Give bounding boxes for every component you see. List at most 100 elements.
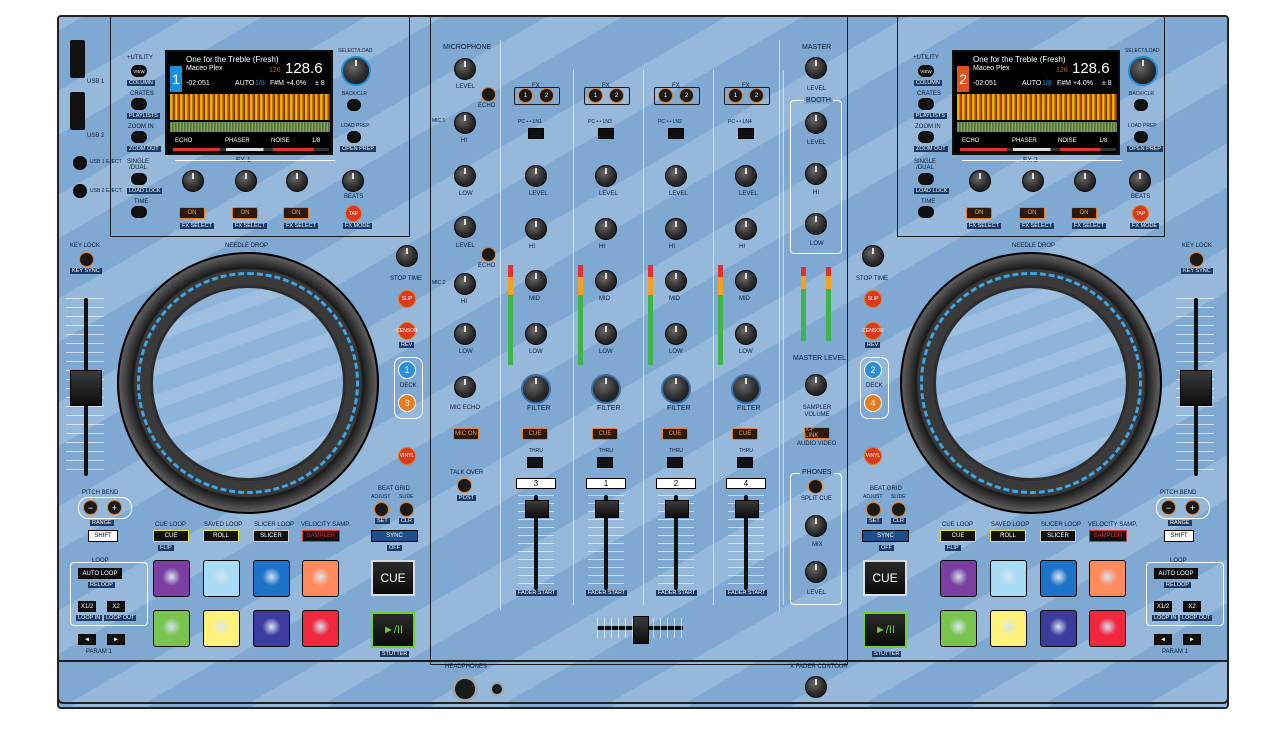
pad-mode-sampler-left[interactable]: SAMPLER: [302, 530, 340, 542]
pitch-fader-handle-left[interactable]: [70, 370, 102, 406]
ch4-fx2-button[interactable]: 2: [749, 88, 764, 103]
sync-button-left[interactable]: SYNC: [371, 530, 418, 542]
mic2-echo-button[interactable]: [481, 247, 496, 262]
pad-1-right[interactable]: [940, 560, 977, 597]
ch4-filter-knob[interactable]: [731, 374, 761, 404]
ch1-fader-handle[interactable]: [525, 500, 549, 518]
xf-link-button[interactable]: X-F LINK: [804, 427, 830, 439]
ch3-hi-knob[interactable]: [665, 218, 687, 240]
split-cue-button[interactable]: [808, 479, 823, 494]
key-lock-button[interactable]: [79, 252, 94, 267]
pad-mode-roll-left[interactable]: ROLL: [203, 530, 239, 542]
slip-button[interactable]: SLIP: [398, 290, 416, 308]
ch1-fx2-button[interactable]: 2: [539, 88, 554, 103]
beats-knob[interactable]: [342, 170, 364, 192]
pad-mode-cue-right[interactable]: CUE: [940, 530, 976, 542]
ch4-cue-button[interactable]: CUE: [732, 428, 758, 440]
usb2-eject-button[interactable]: [73, 184, 87, 198]
booth-low-knob[interactable]: [805, 213, 827, 235]
single-dual-button-right[interactable]: [918, 173, 934, 185]
deck1-select-button[interactable]: 1: [398, 361, 416, 379]
fx2-on-button-3[interactable]: ON: [1071, 207, 1097, 219]
pad-4-right[interactable]: [1089, 560, 1126, 597]
shift-button-left[interactable]: SHIFT: [88, 530, 118, 542]
pad-mode-cue-left[interactable]: CUE: [153, 530, 189, 542]
ch1-hi-knob[interactable]: [525, 218, 547, 240]
ch3-filter-knob[interactable]: [661, 374, 691, 404]
tap-button[interactable]: TAP: [345, 205, 362, 222]
pad-6-left[interactable]: [203, 610, 240, 647]
fx1-knob-2[interactable]: [235, 170, 257, 192]
ch1-fx1-button[interactable]: 1: [518, 88, 533, 103]
pad-2-left[interactable]: [203, 560, 240, 597]
ch4-input-switch[interactable]: [738, 128, 754, 139]
fx2-knob-1[interactable]: [969, 170, 991, 192]
fx1-on-button-3[interactable]: ON: [283, 207, 309, 219]
crossfader-handle[interactable]: [633, 616, 649, 644]
mic2-hi-knob[interactable]: [454, 273, 476, 295]
load-prep-button[interactable]: [347, 131, 361, 143]
loop-double-button-left[interactable]: X2: [107, 601, 125, 612]
mic1-echo-button[interactable]: [481, 87, 496, 102]
ch3-fx2-button[interactable]: 2: [679, 88, 694, 103]
pad-5-right[interactable]: [940, 610, 977, 647]
ch3-cue-button[interactable]: CUE: [662, 428, 688, 440]
crates-button-right[interactable]: [918, 98, 934, 110]
ch4-low-knob[interactable]: [735, 323, 757, 345]
mic-on-button[interactable]: MIC ON: [453, 428, 479, 440]
view-button-right[interactable]: VIEW: [918, 65, 934, 77]
ch2-hi-knob[interactable]: [595, 218, 617, 240]
talk-over-button[interactable]: [457, 478, 472, 493]
zoom-button-right[interactable]: [918, 131, 934, 143]
ch1-mid-knob[interactable]: [525, 270, 547, 292]
pad-1-left[interactable]: [153, 560, 190, 597]
slip-button-right[interactable]: SLIP: [864, 290, 882, 308]
select-load-knob[interactable]: [341, 56, 371, 86]
adjust-button-right[interactable]: [866, 502, 881, 517]
booth-level-knob[interactable]: [805, 112, 827, 134]
vinyl-button-right[interactable]: VINYL: [864, 447, 882, 465]
phones-level-knob[interactable]: [805, 561, 827, 583]
ch4-fader-handle[interactable]: [735, 500, 759, 518]
play-pause-button-left[interactable]: ►/II: [371, 612, 415, 648]
param-right-button-left[interactable]: ►: [107, 634, 125, 645]
fx2-knob-3[interactable]: [1074, 170, 1096, 192]
select-load-knob-right[interactable]: [1128, 56, 1158, 86]
tap-button-right[interactable]: TAP: [1132, 205, 1149, 222]
slide-button-right[interactable]: [891, 502, 906, 517]
loop-half-button-right[interactable]: X1/2: [1154, 601, 1172, 612]
usb1-port[interactable]: [70, 40, 85, 78]
vinyl-button[interactable]: VINYL: [398, 447, 416, 465]
pad-7-right[interactable]: [1040, 610, 1077, 647]
pad-mode-slicer-right[interactable]: SLICER: [1040, 530, 1076, 542]
zoom-button[interactable]: [131, 131, 147, 143]
fx2-on-button-1[interactable]: ON: [966, 207, 992, 219]
ch3-crossfader-assign[interactable]: [667, 457, 683, 468]
param-left-button-right[interactable]: ◄: [1154, 634, 1172, 645]
mic1-level-knob[interactable]: [454, 58, 476, 80]
fx1-knob-3[interactable]: [286, 170, 308, 192]
view-button[interactable]: VIEW: [131, 65, 147, 77]
cue-button-right[interactable]: CUE: [863, 560, 907, 596]
ch4-fx1-button[interactable]: 1: [728, 88, 743, 103]
ch3-level-knob[interactable]: [665, 165, 687, 187]
crates-button[interactable]: [131, 98, 147, 110]
pad-4-left[interactable]: [302, 560, 339, 597]
pitch-bend-minus-right[interactable]: −: [1161, 500, 1176, 515]
pad-7-left[interactable]: [253, 610, 290, 647]
deck4-select-button[interactable]: 4: [864, 394, 882, 412]
auto-loop-button-right[interactable]: AUTO LOOP: [1154, 568, 1198, 579]
time-button[interactable]: [131, 206, 147, 218]
master-level-knob[interactable]: [805, 57, 827, 79]
ch4-hi-knob[interactable]: [735, 218, 757, 240]
pad-mode-sampler-right[interactable]: SAMPLER: [1089, 530, 1127, 542]
headphone-jack-small[interactable]: [490, 682, 504, 696]
back-button-right[interactable]: [1134, 99, 1148, 111]
sampler-volume-knob[interactable]: [805, 374, 827, 396]
auto-loop-button-left[interactable]: AUTO LOOP: [78, 568, 122, 579]
deck2-select-button[interactable]: 2: [864, 361, 882, 379]
ch2-level-knob[interactable]: [595, 165, 617, 187]
adjust-button-left[interactable]: [374, 502, 389, 517]
ch3-fx1-button[interactable]: 1: [658, 88, 673, 103]
param-left-button-left[interactable]: ◄: [78, 634, 96, 645]
